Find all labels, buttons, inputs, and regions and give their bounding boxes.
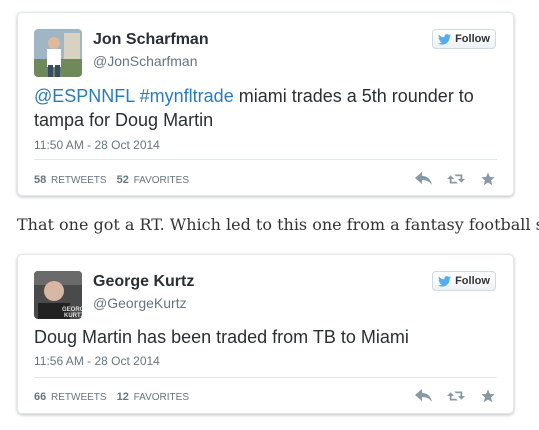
- retweets-stat[interactable]: 66 RETWEETS: [34, 391, 107, 403]
- twitter-bird-icon: [438, 275, 452, 287]
- follow-button[interactable]: Follow: [432, 29, 496, 49]
- retweets-stat[interactable]: 58 RETWEETS: [34, 174, 107, 186]
- retweets-count: 58: [34, 174, 47, 186]
- favorites-label: FAVORITES: [133, 175, 190, 186]
- favorites-stat[interactable]: 12 FAVORITES: [117, 391, 189, 403]
- divider: [34, 377, 497, 378]
- follow-label: Follow: [455, 275, 490, 287]
- retweets-label: RETWEETS: [51, 175, 107, 186]
- avatar-logo-text: KURTZ: [64, 313, 82, 319]
- embedded-tweet: Jon Scharfman @JonScharfman Follow @ESPN…: [17, 12, 514, 196]
- mention-link[interactable]: @ESPNNFL: [34, 86, 135, 106]
- hashtag-link[interactable]: #mynfltrade: [140, 86, 234, 106]
- favorites-count: 12: [116, 391, 129, 403]
- retweets-count: 66: [34, 391, 47, 403]
- tweet-text: @ESPNNFL #mynfltrade miami trades a 5th …: [34, 84, 504, 132]
- author-name[interactable]: George Kurtz: [93, 273, 194, 291]
- favorites-label: FAVORITES: [133, 392, 190, 403]
- tweet-actions: [415, 172, 497, 186]
- timestamp-link[interactable]: 11:56 AM - 28 Oct 2014: [34, 354, 160, 368]
- retweet-icon[interactable]: [447, 172, 465, 186]
- favorites-stat[interactable]: 52 FAVORITES: [117, 174, 189, 186]
- tweet-stats: 58 RETWEETS 52 FAVORITES: [34, 174, 189, 186]
- retweet-icon[interactable]: [447, 389, 465, 403]
- twitter-bird-icon: [438, 33, 452, 45]
- tweet-text: Doug Martin has been traded from TB to M…: [34, 327, 409, 347]
- favorites-count: 52: [116, 174, 129, 186]
- follow-label: Follow: [455, 33, 490, 45]
- embedded-tweet: GEORG KURTZ George Kurtz @GeorgeKurtz Fo…: [17, 254, 514, 414]
- author-name[interactable]: Jon Scharfman: [93, 31, 209, 49]
- follow-button[interactable]: Follow: [432, 271, 496, 291]
- author-handle[interactable]: @GeorgeKurtz: [93, 295, 187, 311]
- timestamp-link[interactable]: 11:50 AM - 28 Oct 2014: [34, 138, 160, 152]
- star-icon[interactable]: [479, 172, 497, 186]
- reply-icon[interactable]: [415, 389, 433, 403]
- tweet-actions: [415, 389, 497, 403]
- avatar[interactable]: GEORG KURTZ: [34, 271, 82, 319]
- reply-icon[interactable]: [415, 172, 433, 186]
- retweets-label: RETWEETS: [51, 392, 107, 403]
- star-icon[interactable]: [479, 389, 497, 403]
- author-handle[interactable]: @JonScharfman: [93, 53, 197, 69]
- tweet-stats: 66 RETWEETS 12 FAVORITES: [34, 391, 189, 403]
- avatar[interactable]: [34, 29, 82, 77]
- divider: [34, 159, 497, 160]
- article-paragraph: That one got a RT. Which led to this one…: [17, 215, 539, 234]
